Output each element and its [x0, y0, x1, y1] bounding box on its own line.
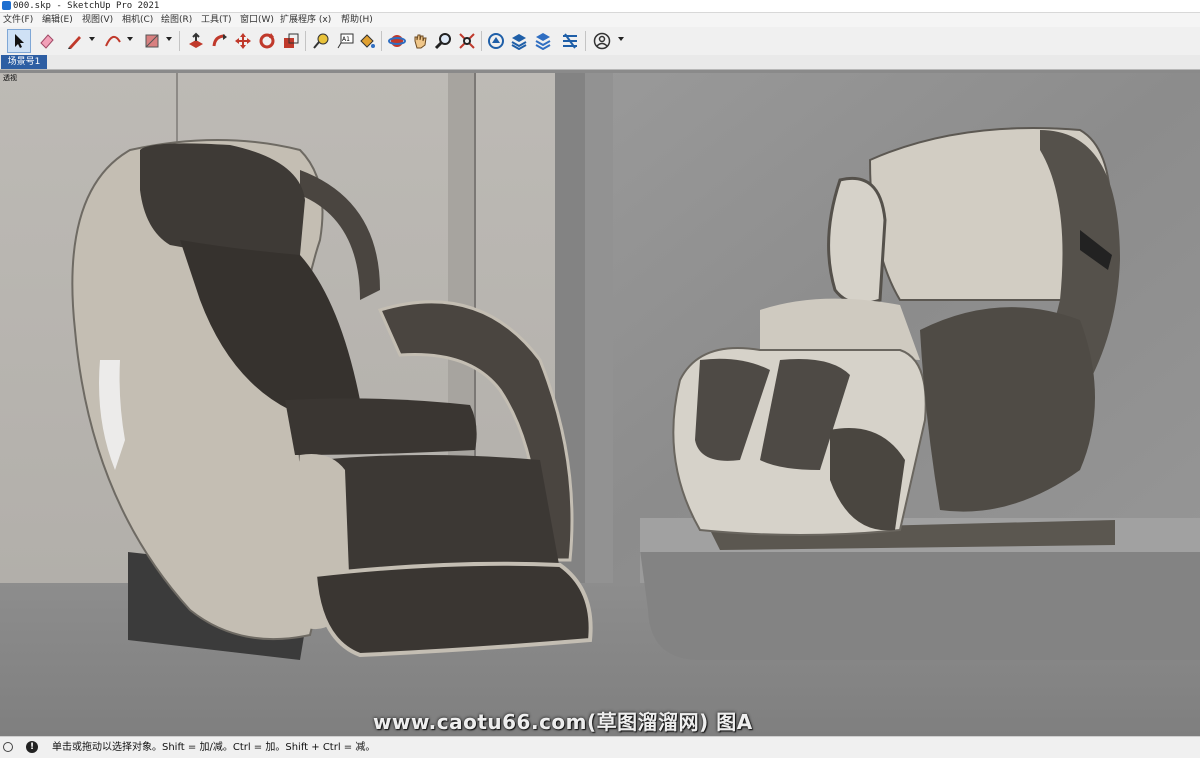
seat-cushion [285, 398, 477, 455]
scene-render [0, 73, 1200, 736]
extension-warehouse-icon [511, 34, 527, 50]
model-viewport[interactable]: 透视 www.caotu66.com(草图溜溜网) 图A [0, 70, 1200, 736]
arc-icon [105, 35, 121, 47]
main-toolbar: A1 [0, 27, 1200, 56]
eraser-tool-button[interactable] [35, 29, 59, 53]
menu-file[interactable]: 文件(F) [3, 13, 33, 27]
platform-front [640, 550, 1200, 660]
menu-bar: 文件(F) 编辑(E) 视图(V) 相机(C) 绘图(R) 工具(T) 窗口(W… [0, 13, 1200, 27]
menu-camera[interactable]: 相机(C) [122, 13, 153, 27]
toolbar-divider [585, 31, 586, 51]
menu-view[interactable]: 视图(V) [82, 13, 113, 27]
geo-location-icon[interactable] [3, 742, 13, 752]
menu-tools[interactable]: 工具(T) [201, 13, 232, 27]
status-message: 单击或拖动以选择对象。Shift = 加/减。Ctrl = 加。Shift + … [52, 742, 376, 753]
info-icon[interactable]: ! [26, 741, 38, 753]
extension-manager-button[interactable] [558, 29, 582, 53]
select-tool-button[interactable] [7, 29, 31, 53]
text-tool-button[interactable]: A1 [333, 29, 357, 53]
status-bar: ! 单击或拖动以选择对象。Shift = 加/减。Ctrl = 加。Shift … [0, 736, 1200, 758]
zoom-extents-icon [459, 33, 475, 49]
extension-warehouse-button[interactable] [507, 29, 531, 53]
scale-tool-button[interactable] [279, 29, 303, 53]
arc-tool-button[interactable] [101, 29, 125, 53]
chevron-down-icon[interactable] [618, 37, 624, 41]
paint-bucket-icon [360, 34, 375, 48]
window-title: 000.skp - SketchUp Pro 2021 [13, 1, 160, 11]
zoom-extents-tool-button[interactable] [455, 29, 479, 53]
pencil-line-icon [68, 36, 81, 49]
sketchup-app-icon [2, 1, 11, 10]
zoom-icon [434, 33, 451, 50]
chevron-down-icon[interactable] [166, 37, 172, 41]
move-icon [235, 33, 251, 49]
menu-draw[interactable]: 绘图(R) [161, 13, 192, 27]
move-tool-button[interactable] [231, 29, 255, 53]
watermark-text: www.caotu66.com(草图溜溜网) 图A [373, 710, 753, 734]
follow-me-tool-button[interactable] [208, 29, 232, 53]
menu-edit[interactable]: 编辑(E) [42, 13, 73, 27]
orbit-tool-button[interactable] [385, 29, 409, 53]
menu-extensions[interactable]: 扩展程序 (x) [280, 13, 331, 27]
paint-bucket-tool-button[interactable] [355, 29, 379, 53]
rectangle-shape-icon [145, 34, 159, 48]
push-pull-icon [189, 32, 203, 48]
toolbar-divider [305, 31, 306, 51]
account-button[interactable] [590, 29, 614, 53]
chevron-down-icon[interactable] [89, 37, 95, 41]
rotate-icon [259, 33, 275, 49]
wall-corner-column [585, 73, 613, 583]
tape-measure-icon [313, 33, 329, 49]
pan-hand-icon [414, 34, 427, 49]
tape-measure-tool-button[interactable] [309, 29, 333, 53]
title-bar: 000.skp - SketchUp Pro 2021 [0, 0, 1200, 13]
layers-button[interactable] [531, 29, 555, 53]
toolbar-divider [481, 31, 482, 51]
scene-tab-1[interactable]: 场景号1 [1, 55, 47, 69]
left-wing [827, 176, 887, 305]
eraser-icon [40, 34, 54, 49]
text-icon: A1 [337, 33, 354, 49]
chevron-down-icon[interactable] [127, 37, 133, 41]
select-arrow-icon [15, 34, 24, 48]
svg-text:A1: A1 [342, 36, 350, 43]
shape-tool-button[interactable] [140, 29, 164, 53]
3d-warehouse-button[interactable] [484, 29, 508, 53]
toolbar-divider [381, 31, 382, 51]
foot-rest [312, 561, 593, 658]
zoom-tool-button[interactable] [431, 29, 455, 53]
orbit-icon [388, 35, 406, 47]
line-tool-button[interactable] [63, 29, 87, 53]
push-pull-tool-button[interactable] [184, 29, 208, 53]
menu-help[interactable]: 帮助(H) [341, 13, 373, 27]
view-label: 透视 [3, 74, 17, 82]
account-icon [593, 32, 611, 50]
toolbar-divider [179, 31, 180, 51]
extension-manager-icon [563, 33, 577, 49]
warehouse-icon [488, 33, 504, 49]
rotate-tool-button[interactable] [255, 29, 279, 53]
menu-window[interactable]: 窗口(W) [240, 13, 274, 27]
layers-stack-icon [535, 33, 551, 50]
scene-tab-strip: 场景号1 [0, 55, 1200, 70]
follow-me-icon [212, 34, 227, 47]
pan-tool-button[interactable] [408, 29, 432, 53]
scale-icon [284, 33, 299, 48]
